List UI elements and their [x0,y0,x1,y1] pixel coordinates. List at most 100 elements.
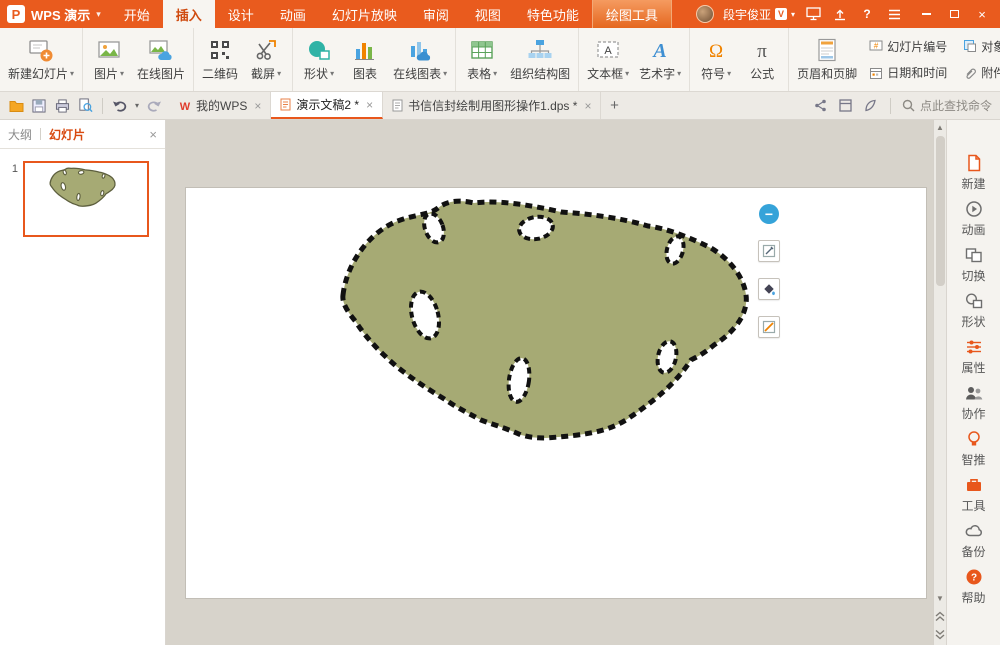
slide-thumbnail[interactable] [23,161,149,237]
slides-tab[interactable]: 幻灯片 [49,126,85,143]
sidebar-item-animation[interactable]: 动画 [947,196,1000,242]
ribbon-button-text-box[interactable]: A 文本框▾ [582,28,634,91]
doc-tab-presentation2[interactable]: 演示文稿2 * × [271,92,383,119]
tools-icon [965,476,983,494]
svg-text:?: ? [970,573,976,584]
dropdown-caret-icon: ▾ [625,69,629,78]
panel-close-icon[interactable]: × [149,127,157,142]
ribbon-button-header-footer[interactable]: 页眉和页脚 [792,28,862,91]
menu-tab-insert[interactable]: 插入 [163,0,215,28]
undo-caret-icon[interactable]: ▾ [135,101,139,110]
user-avatar[interactable] [696,5,714,23]
ribbon-button-symbol[interactable]: Ω 符号▾ [693,28,739,91]
ribbon-button-object[interactable]: 对象 [960,34,1000,59]
formula-icon: π [749,37,775,63]
thumbnail-blob-shape [27,166,145,232]
backup-icon [965,522,983,540]
command-search-field[interactable]: 点此查找命令 [902,97,992,114]
outline-tab[interactable]: 大纲 [8,126,32,143]
ribbon-button-table[interactable]: 表格▾ [459,28,505,91]
undo-icon[interactable] [112,98,128,114]
word-art-icon: A [647,37,673,63]
menu-tab-drawing-tools[interactable]: 绘图工具 [592,0,672,28]
save-icon[interactable] [31,98,47,114]
ribbon-button-shapes[interactable]: 形状▾ [296,28,342,91]
slide[interactable] [186,188,926,598]
ribbon-button-picture[interactable]: 图片▾ [86,28,132,91]
shape-outline-button[interactable] [758,316,780,338]
menu-tab-review[interactable]: 审阅 [410,0,462,28]
dropdown-caret-icon: ▾ [493,69,497,78]
sidebar-item-tools[interactable]: 工具 [947,472,1000,518]
menu-tab-view[interactable]: 视图 [462,0,514,28]
tab-close-icon[interactable]: × [366,98,373,112]
ribbon-button-attachment[interactable]: 附件 [960,61,1000,86]
sidebar-item-collaboration[interactable]: 协作 [947,380,1000,426]
share-play-icon[interactable] [804,6,822,22]
ribbon-button-online-picture[interactable]: 在线图片 [132,28,190,91]
slide-number-icon: # [869,39,883,53]
next-slide-button[interactable] [934,627,947,641]
tab-close-icon[interactable]: × [584,99,591,113]
print-preview-icon[interactable] [77,98,93,114]
brand-caret-icon: ▾ [96,9,101,20]
ribbon-button-qrcode[interactable]: 二维码 [197,28,243,91]
menu-tab-start[interactable]: 开始 [111,0,163,28]
wps-w-icon: W [179,100,191,111]
print-icon[interactable] [54,98,70,114]
sidebar-item-smart-recommend[interactable]: 智推 [947,426,1000,472]
new-document-icon [965,154,983,172]
ribbon-button-new-slide[interactable]: 新建幻灯片▾ [3,28,79,91]
open-folder-icon[interactable] [8,98,24,114]
menu-tab-slideshow[interactable]: 幻灯片放映 [319,0,410,28]
scrollbar-thumb[interactable] [936,136,945,286]
shape-style-button[interactable] [758,240,780,262]
help-icon[interactable]: ? [858,6,876,22]
slide-number: 1 [6,161,18,237]
ribbon-options-icon[interactable] [885,6,903,22]
sidebar-item-properties[interactable]: 属性 [947,334,1000,380]
share-icon[interactable] [813,98,829,114]
doc-tab-letter-envelope[interactable]: 书信信封绘制用图形操作1.dps * × [383,92,601,119]
skin-icon[interactable] [863,98,879,114]
menu-tab-design[interactable]: 设计 [215,0,267,28]
sidebar-item-help[interactable]: ? 帮助 [947,564,1000,610]
shape-fill-button[interactable] [758,278,780,300]
vertical-scrollbar[interactable]: ▲ ▼ [933,120,946,645]
collapse-tools-button[interactable]: − [759,204,779,224]
tab-close-icon[interactable]: × [254,99,261,113]
sidebar-item-shape[interactable]: 形状 [947,288,1000,334]
docer-template-icon[interactable] [838,98,854,114]
sidebar-item-new[interactable]: 新建 [947,150,1000,196]
ribbon-button-formula[interactable]: π 公式 [739,28,785,91]
close-button[interactable]: × [968,0,996,28]
scroll-down-icon[interactable]: ▼ [934,591,947,605]
previous-slide-button[interactable] [934,609,947,623]
menu-tab-animation[interactable]: 动画 [267,0,319,28]
chart-icon [352,37,378,63]
ribbon-button-chart[interactable]: 图表 [342,28,388,91]
maximize-button[interactable] [940,0,968,28]
title-bar: P WPS 演示 ▾ 开始 插入 设计 动画 幻灯片放映 审阅 视图 特色功能 … [0,0,1000,28]
new-slide-icon [28,37,54,63]
svg-text:W: W [180,101,191,111]
selected-blob-shape[interactable] [186,188,926,598]
doc-tab-my-wps[interactable]: W 我的WPS × [170,92,271,119]
user-account[interactable]: 段宇俊亚 V ▾ [723,6,795,23]
sidebar-item-transition[interactable]: 切换 [947,242,1000,288]
upload-cloud-icon[interactable] [831,6,849,22]
ribbon-button-slide-number[interactable]: # 幻灯片编号 [866,34,950,59]
ribbon-button-online-chart[interactable]: 在线图表▾ [388,28,452,91]
minimize-button[interactable] [912,0,940,28]
sidebar-item-backup[interactable]: 备份 [947,518,1000,564]
redo-icon[interactable] [146,98,162,114]
app-brand[interactable]: P WPS 演示 ▾ [0,0,111,28]
ribbon-button-datetime[interactable]: 日期和时间 [866,61,950,86]
new-tab-button[interactable]: + [601,92,627,119]
ribbon-button-screenshot[interactable]: 截屏▾ [243,28,289,91]
ribbon-button-word-art[interactable]: A 艺术字▾ [634,28,686,91]
editing-canvas[interactable]: − ▲ ▼ [166,120,946,645]
menu-tab-special-features[interactable]: 特色功能 [514,0,592,28]
ribbon-button-org-chart[interactable]: 组织结构图 [505,28,575,91]
scroll-up-icon[interactable]: ▲ [934,120,947,134]
